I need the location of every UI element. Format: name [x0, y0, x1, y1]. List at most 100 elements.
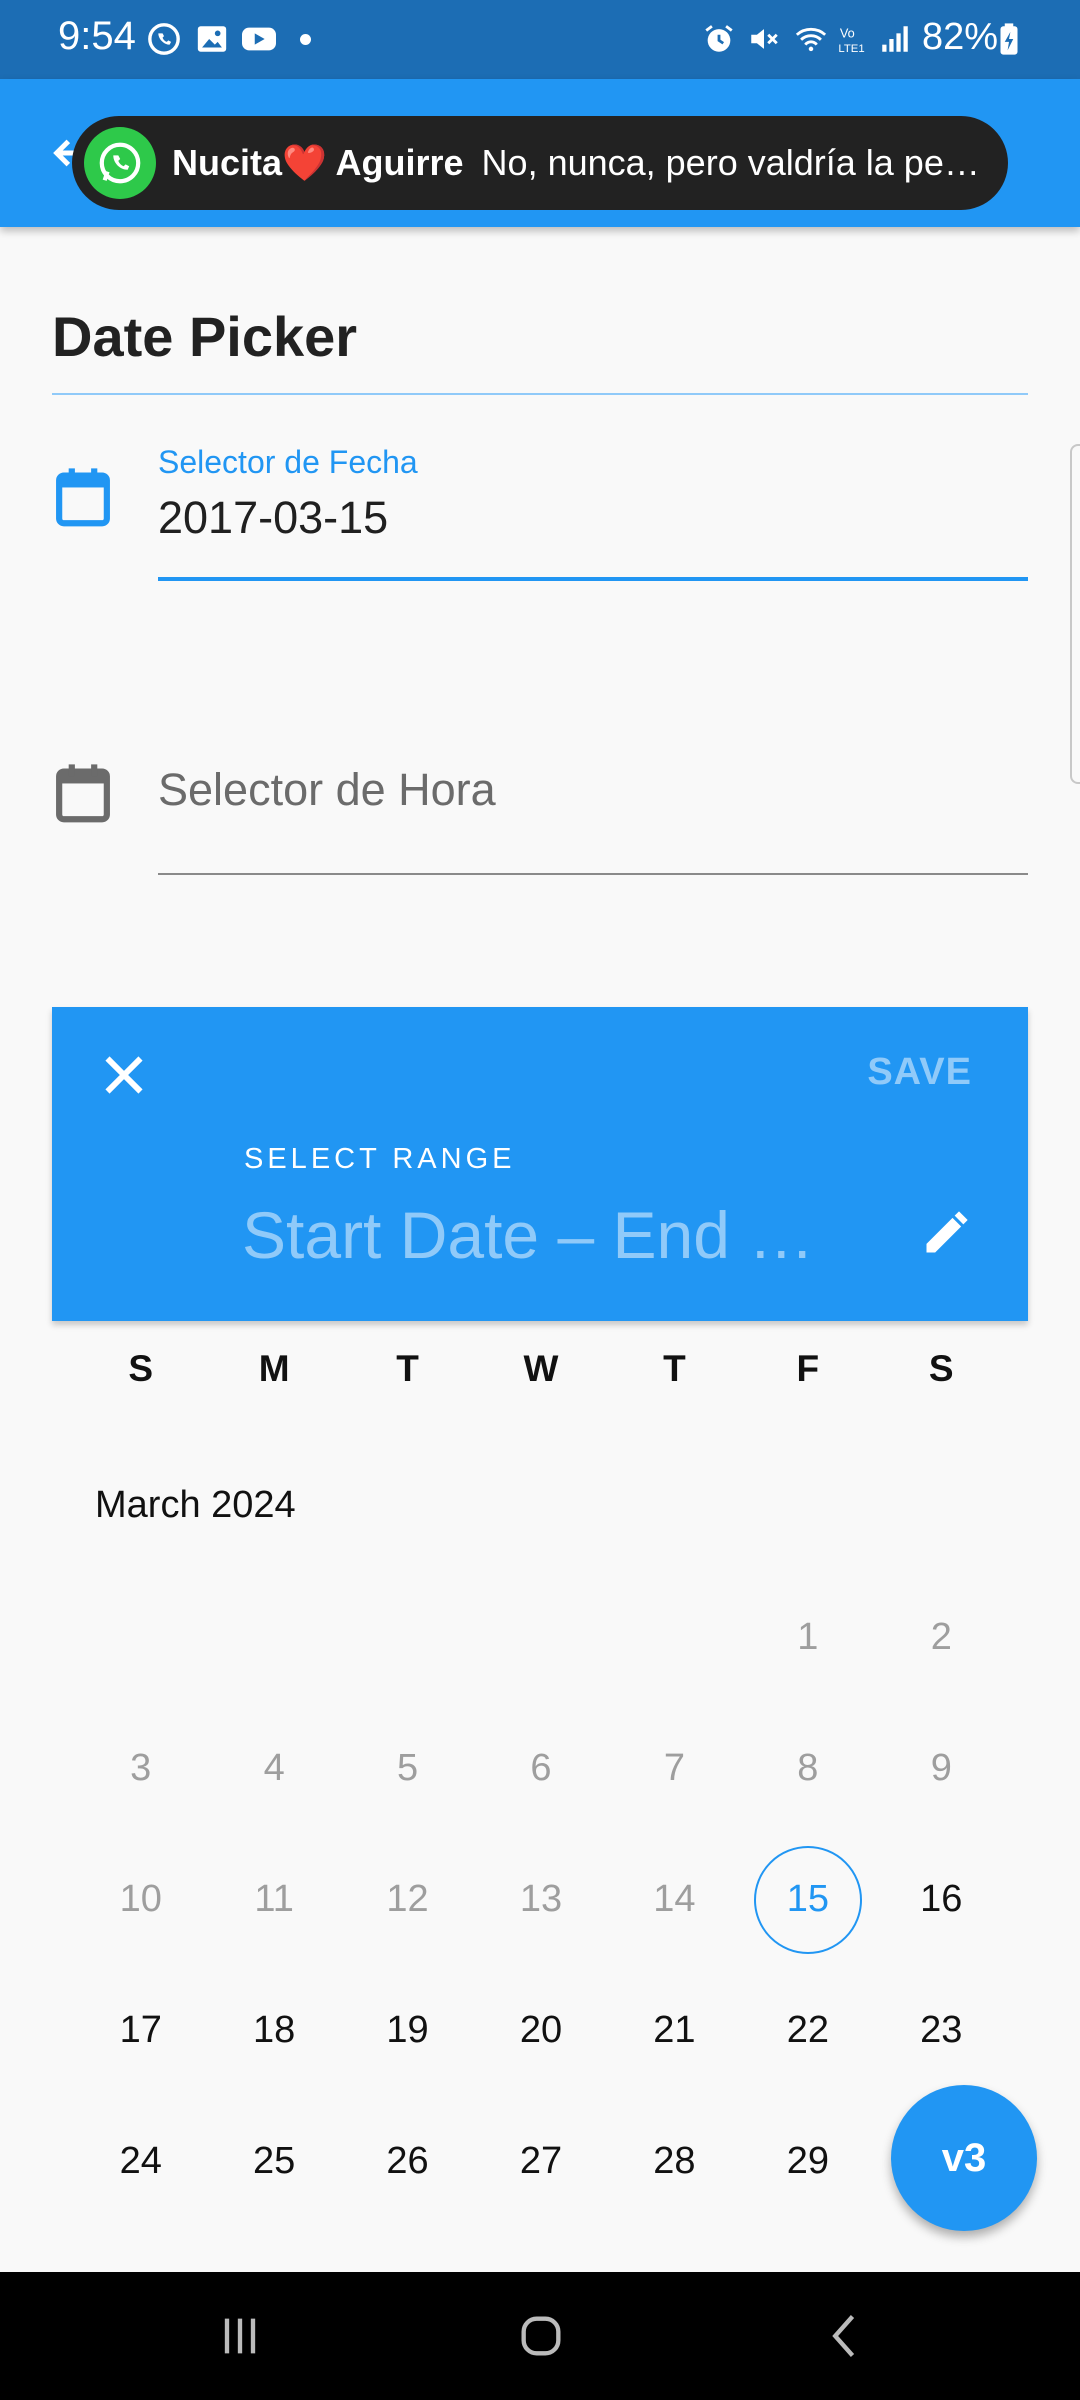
- home-icon[interactable]: [511, 2310, 571, 2362]
- day-label: 20: [519, 2009, 563, 2051]
- day-cell[interactable]: 26: [341, 2096, 474, 2227]
- weekday-label: W: [523, 1348, 559, 1389]
- day-label: 18: [252, 2009, 296, 2051]
- day-cell: 12: [341, 1834, 474, 1965]
- whatsapp-icon: [84, 127, 156, 199]
- signal-icon: [882, 26, 908, 52]
- alarm-icon: [705, 25, 733, 52]
- day-cell[interactable]: 27: [474, 2096, 607, 2227]
- page-title: Date Picker: [52, 305, 358, 368]
- date-field-input[interactable]: 2017-03-15: [158, 492, 388, 544]
- day-label: 12: [386, 1878, 429, 1920]
- weekday-label: F: [796, 1348, 820, 1389]
- recent-apps-icon[interactable]: [210, 2310, 270, 2362]
- day-label: 16: [920, 1878, 963, 1920]
- day-cell[interactable]: 20: [474, 1965, 607, 2096]
- day-empty: [341, 1572, 474, 1703]
- day-cell[interactable]: 24: [74, 2096, 207, 2227]
- day-empty: [608, 1572, 741, 1703]
- day-label: 17: [119, 2009, 162, 2051]
- day-cell: 13: [474, 1834, 607, 1965]
- scrollbar[interactable]: [1070, 444, 1080, 784]
- day-label: 7: [663, 1747, 685, 1789]
- day-cell[interactable]: 18: [207, 1965, 340, 2096]
- day-label: 13: [519, 1878, 563, 1920]
- wifi-icon: [795, 27, 827, 52]
- calendar-grid: 1 2 3 4 5 6 7 8 9 10 11 12 13 14 15 16 17 18 19 20 21 22 23 24 2…: [74, 1572, 1008, 2227]
- day-empty: [74, 1572, 207, 1703]
- version-fab[interactable]: v3: [891, 2085, 1037, 2231]
- date-field-label: Selector de Fecha: [158, 444, 418, 480]
- day-label: 2: [930, 1616, 952, 1658]
- day-cell: 4: [207, 1703, 340, 1834]
- day-cell[interactable]: 21: [608, 1965, 741, 2096]
- day-today[interactable]: 15: [741, 1834, 874, 1965]
- calendar-icon[interactable]: [54, 466, 112, 528]
- time-field-underline: [158, 873, 1028, 875]
- day-label: 29: [786, 2140, 829, 2182]
- day-label: 28: [653, 2140, 696, 2182]
- day-cell[interactable]: 22: [741, 1965, 874, 2096]
- day-cell[interactable]: 29: [741, 2096, 874, 2227]
- day-cell: 11: [207, 1834, 340, 1965]
- volte-icon: Vo LTE1: [838, 26, 864, 55]
- weekday-header: S M T W T F S: [74, 1348, 1008, 1390]
- day-cell: 8: [741, 1703, 874, 1834]
- weekday-label: T: [396, 1348, 419, 1389]
- month-label: March 2024: [95, 1484, 296, 1526]
- day-label: 23: [920, 2009, 963, 2051]
- day-cell[interactable]: 19: [341, 1965, 474, 2096]
- day-cell: 14: [608, 1834, 741, 1965]
- day-label: 11: [254, 1878, 294, 1920]
- weekday-label: S: [928, 1348, 954, 1389]
- day-label: 25: [252, 2140, 296, 2182]
- day-label: 4: [263, 1747, 285, 1789]
- whatsapp-icon: [148, 23, 180, 55]
- save-button[interactable]: SAVE: [867, 1051, 972, 1094]
- day-cell[interactable]: 23: [875, 1965, 1008, 2096]
- battery-percent: 82%: [922, 16, 999, 58]
- day-label: 21: [653, 2009, 696, 2051]
- gallery-icon: [197, 26, 227, 52]
- day-cell: 7: [608, 1703, 741, 1834]
- day-label: 22: [786, 2009, 829, 2051]
- svg-text:LTE1: LTE1: [838, 43, 864, 55]
- select-range-label: SELECT RANGE: [244, 1143, 516, 1175]
- day-label: 26: [386, 2140, 429, 2182]
- day-cell[interactable]: 16: [875, 1834, 1008, 1965]
- day-cell: 5: [341, 1703, 474, 1834]
- day-cell: 6: [474, 1703, 607, 1834]
- day-cell[interactable]: 25: [207, 2096, 340, 2227]
- day-cell: 2: [875, 1572, 1008, 1703]
- day-label: 15: [753, 1845, 862, 1954]
- day-label: 27: [519, 2140, 563, 2182]
- status-time: 9:54: [58, 14, 136, 58]
- day-empty: [207, 1572, 340, 1703]
- day-label: 24: [119, 2140, 162, 2182]
- day-label: 5: [396, 1747, 419, 1789]
- weekday-label: T: [663, 1348, 686, 1389]
- battery-icon: [1000, 23, 1018, 55]
- weekday-label: M: [258, 1348, 290, 1389]
- day-cell[interactable]: 17: [74, 1965, 207, 2096]
- notification-message: No, nunca, pero valdría la pena: [481, 142, 982, 183]
- youtube-icon: [242, 27, 276, 51]
- more-notifications-dot: [300, 34, 311, 45]
- back-icon[interactable]: [816, 2310, 876, 2362]
- edit-pencil-icon[interactable]: [920, 1207, 972, 1259]
- day-label: 1: [797, 1616, 819, 1658]
- navigation-bar: [0, 2272, 1080, 2400]
- title-divider: [52, 393, 1028, 395]
- day-label: 6: [530, 1747, 552, 1789]
- date-range-header: SAVE SELECT RANGE Start Date – End …: [52, 1007, 1028, 1321]
- time-field-input[interactable]: Selector de Hora: [158, 764, 496, 816]
- heads-up-notification[interactable]: Nucita❤️ Aguirre No, nunca, pero valdría…: [72, 116, 1008, 210]
- weekday-label: S: [128, 1348, 154, 1389]
- calendar-icon[interactable]: [54, 762, 112, 824]
- day-label: 10: [119, 1878, 162, 1920]
- day-cell: 1: [741, 1572, 874, 1703]
- close-icon[interactable]: [102, 1053, 146, 1097]
- day-cell[interactable]: 28: [608, 2096, 741, 2227]
- svg-text:Vo: Vo: [840, 26, 855, 41]
- mute-icon: [751, 29, 778, 49]
